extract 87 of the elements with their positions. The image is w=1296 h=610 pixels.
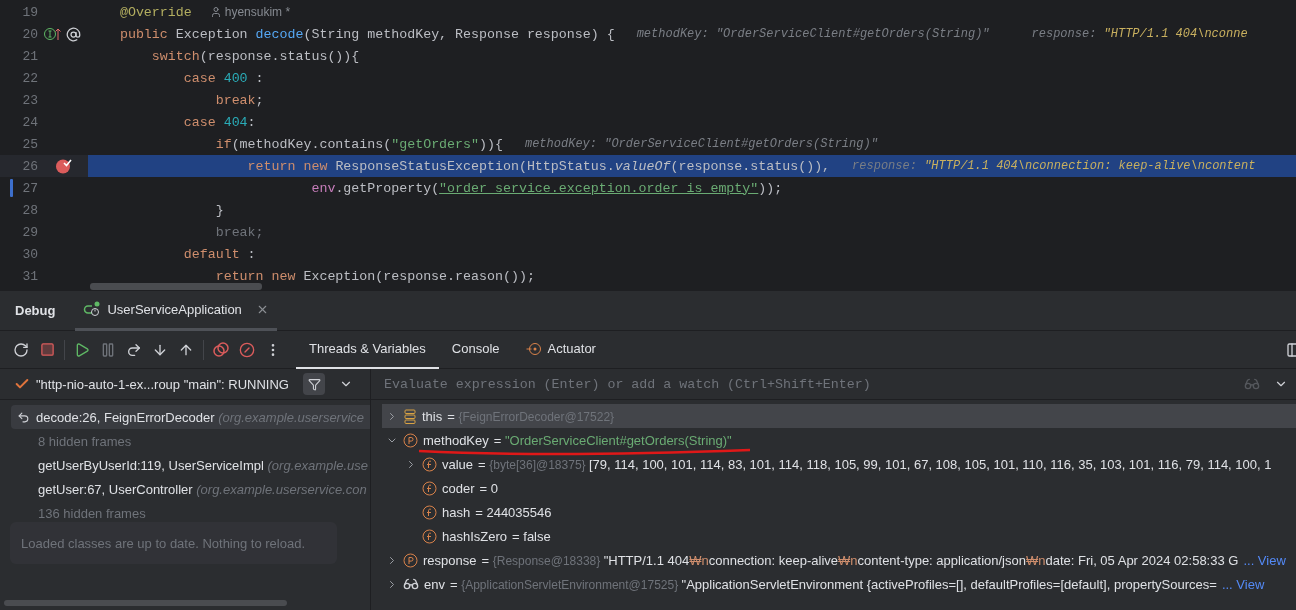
code-line: env.getProperty("order_service.exception.order_is_empty")); (310, 180, 783, 196)
line-number: 22 (21, 70, 38, 86)
filter-icon (307, 377, 321, 391)
parameter-icon (403, 432, 418, 448)
variable-name: env (424, 576, 445, 592)
mute-breakpoints-icon (239, 341, 255, 358)
stack-frame[interactable]: decode:26, FeignErrorDecoder (org.example.userservice (36, 409, 365, 425)
line-number: 30 (21, 246, 38, 262)
variable-name: this (422, 408, 443, 424)
play-icon (74, 341, 90, 358)
variable-name: methodKey (423, 432, 489, 448)
code-line: public Exception decode(String methodKey, Response response) { (118, 26, 615, 42)
return-arrow-icon (17, 410, 30, 424)
line-number: 23 (21, 92, 38, 108)
code-line: return new ResponseStatusException(HttpStatus.valueOf(response.status()), (246, 158, 831, 174)
field-icon (422, 504, 437, 520)
parameter-icon (403, 552, 418, 568)
variable-name: hash (442, 504, 471, 520)
inline-value-hint: response: "HTTP/1.1 404\nconnection: keep-alive\ncontent (852, 159, 1256, 173)
notification-tooltip: Loaded classes are up to date. Nothing to reload. (10, 522, 337, 564)
line-number: 24 (21, 114, 38, 130)
variable-value: = false (512, 528, 551, 544)
horizontal-scrollbar[interactable] (4, 600, 287, 606)
line-number: 19 (21, 4, 38, 20)
field-icon (422, 528, 437, 544)
line-number: 20 (21, 26, 38, 42)
variable-value: = 0 (479, 480, 498, 496)
variable-name: value (442, 456, 474, 472)
line-number: 21 (21, 48, 38, 64)
pause-icon (100, 341, 116, 358)
code-line: if(methodKey.contains("getOrders")){ (214, 136, 503, 152)
actuator-icon (525, 340, 542, 357)
code-line: return new Exception(response.reason()); (214, 268, 535, 284)
panel-title: Debug (15, 303, 56, 318)
variable-value: = {byte[36]@18375} [79, 114, 100, 101, 114, 83, 101, 114, 118, 105, 99, 101, 67, 108, 105, 101, 110, 116, 35, 103, 101, 116, 79, 114, 100, 1 (478, 456, 1272, 472)
author-hint[interactable]: hyensukim * (209, 5, 291, 19)
selected-frame-row[interactable]: decode:26, FeignErrorDecoder (org.example.userservice (11, 405, 370, 429)
variable-name: response (423, 552, 477, 568)
glasses-icon (403, 576, 419, 592)
person-icon (209, 6, 222, 18)
breakpoint-icon[interactable] (55, 158, 72, 174)
line-number: 28 (21, 202, 38, 218)
variable-value: = {Response@18338} "HTTP/1.1 404₩nconnection: keep-alive₩ncontent-type: application/json₩ndate: Fri, 05 Apr 2024 02:58:33 G (481, 552, 1239, 568)
line-number: 25 (21, 136, 38, 152)
code-line: case 400 : (182, 70, 264, 86)
run-config-tab[interactable]: UserServiceApplication (75, 290, 277, 331)
line-number: 26 (21, 158, 38, 174)
step-over-icon (126, 341, 142, 358)
inline-value-hint: response: "HTTP/1.1 404\nconne (1031, 27, 1248, 41)
breakpoints-icon (212, 341, 230, 358)
stack-frame[interactable]: getUserByUserId:119, UserServiceImpl (org.example.use (38, 457, 368, 473)
thread-selector[interactable]: "http-nio-auto-1-ex...roup "main": RUNNING (36, 376, 289, 392)
variable-name: coder (442, 480, 475, 496)
field-icon (422, 480, 437, 496)
variable-value: = "OrderServiceClient#getOrders(String)" (493, 432, 732, 448)
variable-value: = 244035546 (475, 504, 552, 520)
line-number: 27 (21, 180, 38, 196)
line-number: 29 (21, 224, 38, 240)
view-link[interactable]: ... View (1243, 552, 1286, 568)
filter-button[interactable] (303, 373, 325, 395)
code-line: break; (214, 224, 264, 240)
rerun-icon (13, 341, 29, 358)
run-config-icon (83, 301, 102, 317)
code-line: case 404: (182, 114, 256, 130)
inline-value-hint: methodKey: "OrderServiceClient#getOrders(String)" (524, 137, 878, 151)
evaluate-expression-field[interactable]: Evaluate expression (Enter) or add a watch (Ctrl+Shift+Enter) (382, 375, 1244, 393)
at-sign-icon[interactable] (66, 26, 81, 42)
code-line: break; (214, 92, 264, 108)
variable-name: hashIsZero (442, 528, 508, 544)
view-link[interactable]: ... View (1221, 576, 1265, 592)
debug-tab[interactable]: Console (438, 330, 513, 369)
stack-frame[interactable]: getUser:67, UserController (org.example.userservice.con (38, 481, 367, 497)
implements-method-icon[interactable] (44, 27, 62, 41)
debug-tab[interactable]: Threads & Variables (296, 330, 439, 369)
code-line: switch(response.status()){ (150, 48, 360, 64)
field-icon (422, 456, 437, 472)
code-line: } (214, 202, 224, 218)
variable-value: = {ApplicationServletEnvironment@17525} "ApplicationServletEnvironment {activeProfiles=[], defaultProfiles=[default], propertySources= (449, 576, 1217, 592)
code-line: @Override (118, 4, 192, 20)
horizontal-scrollbar[interactable] (90, 283, 262, 290)
inline-value-hint: methodKey: "OrderServiceClient#getOrders(String)" (636, 27, 990, 41)
line-number: 31 (21, 268, 38, 284)
stop-icon (39, 342, 55, 357)
code-line: default : (182, 246, 256, 262)
stack-icon (403, 408, 417, 424)
change-marker (10, 179, 13, 197)
debug-tab[interactable]: Actuator (512, 330, 609, 369)
